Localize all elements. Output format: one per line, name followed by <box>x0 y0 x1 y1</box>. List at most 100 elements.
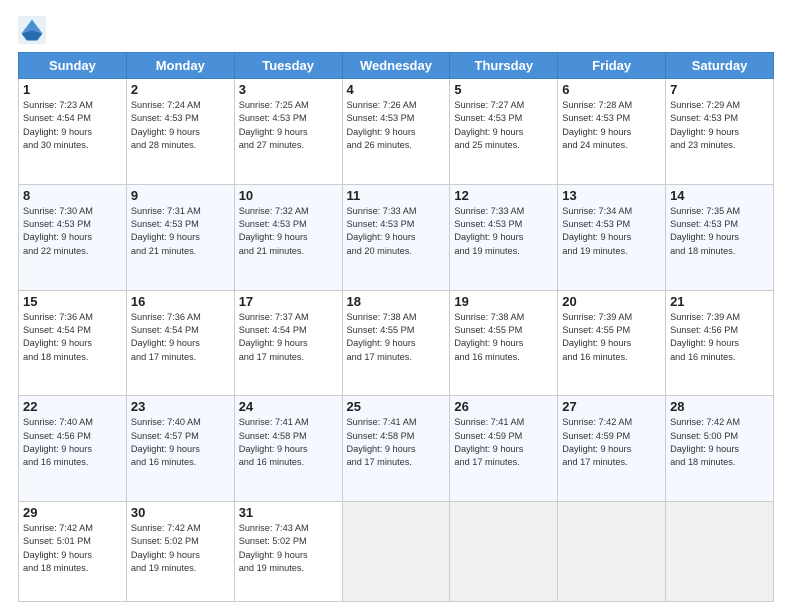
day-number: 11 <box>347 188 446 203</box>
day-header-sunday: Sunday <box>19 53 127 79</box>
calendar-cell: 17 Sunrise: 7:37 AM Sunset: 4:54 PM Dayli… <box>234 290 342 396</box>
calendar-cell: 19 Sunrise: 7:38 AM Sunset: 4:55 PM Dayli… <box>450 290 558 396</box>
calendar-cell <box>450 502 558 602</box>
calendar-cell: 5 Sunrise: 7:27 AM Sunset: 4:53 PM Daylig… <box>450 79 558 185</box>
calendar-cell: 23Sunrise: 7:40 AM Sunset: 4:57 PM Dayli… <box>126 396 234 502</box>
day-info: Sunrise: 7:30 AM Sunset: 4:53 PM Dayligh… <box>23 205 122 258</box>
calendar-week-2: 8 Sunrise: 7:30 AM Sunset: 4:53 PM Daylig… <box>19 184 774 290</box>
day-number: 14 <box>670 188 769 203</box>
calendar-week-1: 1Sunrise: 7:23 AM Sunset: 4:54 PM Daylig… <box>19 79 774 185</box>
calendar-cell: 15Sunrise: 7:36 AM Sunset: 4:54 PM Dayli… <box>19 290 127 396</box>
calendar-cell: 8 Sunrise: 7:30 AM Sunset: 4:53 PM Daylig… <box>19 184 127 290</box>
calendar-cell: 25 Sunrise: 7:41 AM Sunset: 4:58 PM Dayli… <box>342 396 450 502</box>
calendar-cell: 13 Sunrise: 7:34 AM Sunset: 4:53 PM Dayli… <box>558 184 666 290</box>
day-info: Sunrise: 7:26 AM Sunset: 4:53 PM Dayligh… <box>347 99 446 152</box>
day-info: Sunrise: 7:41 AM Sunset: 4:59 PM Dayligh… <box>454 416 553 469</box>
calendar-cell: 3 Sunrise: 7:25 AM Sunset: 4:53 PM Daylig… <box>234 79 342 185</box>
day-number: 2 <box>131 82 230 97</box>
day-number: 12 <box>454 188 553 203</box>
day-info: Sunrise: 7:40 AM Sunset: 4:57 PM Dayligh… <box>131 416 230 469</box>
calendar-cell: 11 Sunrise: 7:33 AM Sunset: 4:53 PM Dayli… <box>342 184 450 290</box>
day-number: 27 <box>562 399 661 414</box>
calendar-body: 1Sunrise: 7:23 AM Sunset: 4:54 PM Daylig… <box>19 79 774 602</box>
calendar-week-3: 15 Sunrise: 7:36 AM Sunset: 4:54 PM Dayli… <box>19 290 774 396</box>
day-number: 3 <box>239 82 338 97</box>
day-number: 22 <box>23 399 122 414</box>
calendar-cell: 30 Sunrise: 7:42 AM Sunset: 5:02 PM Dayli… <box>126 502 234 602</box>
day-info: Sunrise: 7:28 AM Sunset: 4:53 PM Dayligh… <box>562 99 661 152</box>
day-info: Sunrise: 7:42 AM Sunset: 5:02 PM Dayligh… <box>131 522 230 575</box>
calendar-cell: 6 Sunrise: 7:28 AM Sunset: 4:53 PM Daylig… <box>558 79 666 185</box>
calendar-cell: 28 Sunrise: 7:42 AM Sunset: 5:00 PM Dayli… <box>666 396 774 502</box>
calendar-cell: 31Sunrise: 7:43 AM Sunset: 5:02 PM Dayli… <box>234 502 342 602</box>
logo <box>18 16 50 44</box>
day-header-monday: Monday <box>126 53 234 79</box>
day-info: Sunrise: 7:42 AM Sunset: 5:01 PM Dayligh… <box>23 522 122 575</box>
day-info: Sunrise: 7:41 AM Sunset: 4:58 PM Dayligh… <box>347 416 446 469</box>
calendar-cell: 16 Sunrise: 7:36 AM Sunset: 4:54 PM Dayli… <box>126 290 234 396</box>
day-number: 8 <box>23 188 122 203</box>
day-number: 25 <box>347 399 446 414</box>
day-info: Sunrise: 7:39 AM Sunset: 4:56 PM Dayligh… <box>670 311 769 364</box>
day-info: Sunrise: 7:42 AM Sunset: 5:00 PM Dayligh… <box>670 416 769 469</box>
day-info: Sunrise: 7:35 AM Sunset: 4:53 PM Dayligh… <box>670 205 769 258</box>
day-number: 21 <box>670 294 769 309</box>
header-row: SundayMondayTuesdayWednesdayThursdayFrid… <box>19 53 774 79</box>
page: SundayMondayTuesdayWednesdayThursdayFrid… <box>0 0 792 612</box>
day-number: 19 <box>454 294 553 309</box>
day-number: 16 <box>131 294 230 309</box>
day-number: 26 <box>454 399 553 414</box>
calendar-cell: 27Sunrise: 7:42 AM Sunset: 4:59 PM Dayli… <box>558 396 666 502</box>
day-number: 9 <box>131 188 230 203</box>
calendar-header: SundayMondayTuesdayWednesdayThursdayFrid… <box>19 53 774 79</box>
day-info: Sunrise: 7:38 AM Sunset: 4:55 PM Dayligh… <box>454 311 553 364</box>
day-header-wednesday: Wednesday <box>342 53 450 79</box>
calendar-cell: 18Sunrise: 7:38 AM Sunset: 4:55 PM Dayli… <box>342 290 450 396</box>
day-number: 4 <box>347 82 446 97</box>
calendar-week-5: 29 Sunrise: 7:42 AM Sunset: 5:01 PM Dayli… <box>19 502 774 602</box>
day-info: Sunrise: 7:27 AM Sunset: 4:53 PM Dayligh… <box>454 99 553 152</box>
day-number: 6 <box>562 82 661 97</box>
day-info: Sunrise: 7:24 AM Sunset: 4:53 PM Dayligh… <box>131 99 230 152</box>
day-number: 13 <box>562 188 661 203</box>
day-info: Sunrise: 7:32 AM Sunset: 4:53 PM Dayligh… <box>239 205 338 258</box>
calendar-cell: 20Sunrise: 7:39 AM Sunset: 4:55 PM Dayli… <box>558 290 666 396</box>
day-info: Sunrise: 7:34 AM Sunset: 4:53 PM Dayligh… <box>562 205 661 258</box>
calendar-cell <box>558 502 666 602</box>
day-info: Sunrise: 7:41 AM Sunset: 4:58 PM Dayligh… <box>239 416 338 469</box>
calendar-cell: 10 Sunrise: 7:32 AM Sunset: 4:53 PM Dayli… <box>234 184 342 290</box>
calendar-cell: 2 Sunrise: 7:24 AM Sunset: 4:53 PM Daylig… <box>126 79 234 185</box>
day-info: Sunrise: 7:37 AM Sunset: 4:54 PM Dayligh… <box>239 311 338 364</box>
calendar-cell: 4 Sunrise: 7:26 AM Sunset: 4:53 PM Daylig… <box>342 79 450 185</box>
calendar-cell: 26 Sunrise: 7:41 AM Sunset: 4:59 PM Dayli… <box>450 396 558 502</box>
day-number: 29 <box>23 505 122 520</box>
day-info: Sunrise: 7:39 AM Sunset: 4:55 PM Dayligh… <box>562 311 661 364</box>
day-number: 5 <box>454 82 553 97</box>
day-number: 24 <box>239 399 338 414</box>
calendar-cell: 1Sunrise: 7:23 AM Sunset: 4:54 PM Daylig… <box>19 79 127 185</box>
day-number: 31 <box>239 505 338 520</box>
day-number: 17 <box>239 294 338 309</box>
day-header-saturday: Saturday <box>666 53 774 79</box>
day-number: 30 <box>131 505 230 520</box>
calendar-cell: 21 Sunrise: 7:39 AM Sunset: 4:56 PM Dayli… <box>666 290 774 396</box>
day-number: 28 <box>670 399 769 414</box>
day-number: 15 <box>23 294 122 309</box>
calendar-cell: 29 Sunrise: 7:42 AM Sunset: 5:01 PM Dayli… <box>19 502 127 602</box>
calendar-table: SundayMondayTuesdayWednesdayThursdayFrid… <box>18 52 774 602</box>
day-number: 18 <box>347 294 446 309</box>
day-info: Sunrise: 7:29 AM Sunset: 4:53 PM Dayligh… <box>670 99 769 152</box>
day-info: Sunrise: 7:36 AM Sunset: 4:54 PM Dayligh… <box>131 311 230 364</box>
calendar-cell <box>342 502 450 602</box>
calendar-cell: 14 Sunrise: 7:35 AM Sunset: 4:53 PM Dayli… <box>666 184 774 290</box>
day-info: Sunrise: 7:33 AM Sunset: 4:53 PM Dayligh… <box>454 205 553 258</box>
calendar-cell: 22Sunrise: 7:40 AM Sunset: 4:56 PM Dayli… <box>19 396 127 502</box>
logo-icon <box>18 16 46 44</box>
calendar-cell: 12 Sunrise: 7:33 AM Sunset: 4:53 PM Dayli… <box>450 184 558 290</box>
day-header-thursday: Thursday <box>450 53 558 79</box>
day-info: Sunrise: 7:31 AM Sunset: 4:53 PM Dayligh… <box>131 205 230 258</box>
day-info: Sunrise: 7:25 AM Sunset: 4:53 PM Dayligh… <box>239 99 338 152</box>
day-info: Sunrise: 7:33 AM Sunset: 4:53 PM Dayligh… <box>347 205 446 258</box>
day-number: 10 <box>239 188 338 203</box>
calendar-cell: 9 Sunrise: 7:31 AM Sunset: 4:53 PM Daylig… <box>126 184 234 290</box>
